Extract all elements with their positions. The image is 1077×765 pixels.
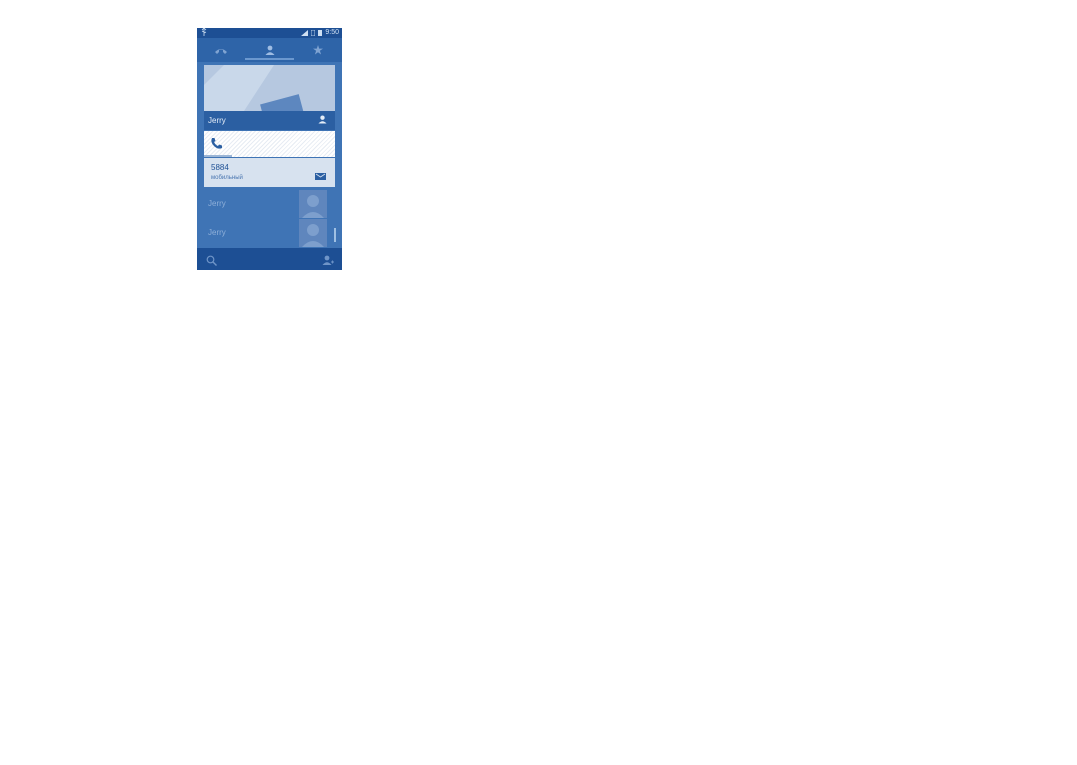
phone-type-label: мобильный — [211, 175, 243, 181]
person-icon — [265, 45, 274, 55]
search-icon[interactable] — [206, 253, 217, 270]
list-item[interactable]: Jerry — [197, 219, 297, 247]
signal-icon — [301, 30, 309, 36]
list-item-name: Jerry — [208, 228, 226, 237]
add-contact-icon[interactable] — [322, 253, 334, 270]
message-icon[interactable] — [315, 168, 326, 186]
contact-photo-thumbnail[interactable] — [299, 190, 327, 218]
battery-icon — [318, 30, 323, 36]
star-icon — [313, 45, 323, 55]
call-action-row[interactable] — [204, 131, 335, 157]
phone-screen: 9:50 Jerry Jerry Jerry 5884 мобильный — [197, 28, 342, 270]
selected-tab-indicator — [245, 58, 294, 60]
contact-details-icon[interactable] — [318, 115, 327, 126]
list-item-name: Jerry — [208, 199, 226, 208]
contact-name-bar: Jerry — [204, 111, 335, 130]
tab-bar — [197, 38, 342, 62]
call-log-icon — [215, 48, 227, 54]
quick-contact-card: Jerry 5884 мобильный — [204, 65, 335, 188]
contact-photo-thumbnail[interactable] — [299, 219, 327, 247]
scrollbar[interactable] — [334, 228, 336, 242]
contact-name: Jerry — [208, 116, 226, 125]
phone-icon — [210, 137, 223, 155]
tab-call-log[interactable] — [197, 38, 245, 62]
contact-photo — [204, 65, 335, 111]
status-bar: 9:50 — [197, 28, 342, 38]
phone-number-row[interactable]: 5884 мобильный — [204, 158, 335, 187]
phone-number: 5884 — [211, 163, 229, 172]
status-time: 9:50 — [325, 29, 339, 36]
call-tab-indicator — [204, 155, 232, 157]
tab-favorites[interactable] — [294, 38, 342, 62]
bottom-action-bar — [197, 248, 342, 270]
list-item[interactable]: Jerry — [197, 190, 297, 218]
sim-icon — [311, 30, 316, 36]
